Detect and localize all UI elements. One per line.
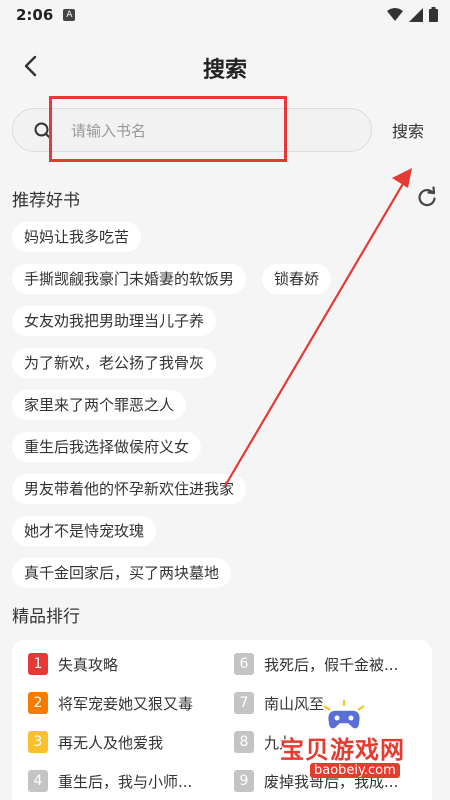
refresh-icon[interactable] [416, 186, 438, 208]
rank-title: 重生后，我与小师... [58, 772, 193, 791]
tag-row: 妈妈让我多吃苦 [12, 222, 440, 252]
search-button[interactable]: 搜索 [392, 118, 424, 142]
recommended-tags: 妈妈让我多吃苦 手撕觊觎我豪门未婚妻的软饭男 锁春娇 女友劝我把男助理当儿子养 … [12, 222, 440, 600]
status-time: 2:06 [16, 6, 54, 24]
book-tag[interactable]: 重生后我选择做侯府义女 [12, 432, 202, 462]
annotation-highlight-box [49, 96, 287, 162]
ranking-item[interactable]: 4 重生后，我与小师... [28, 769, 224, 793]
rank-badge: 7 [234, 692, 254, 714]
book-tag[interactable]: 为了新欢，老公扬了我骨灰 [12, 348, 217, 378]
tag-row: 手撕觊觎我豪门未婚妻的软饭男 锁春娇 [12, 264, 440, 294]
rank-title: 将军宠妾她又狠又毒 [58, 694, 194, 713]
status-icons [387, 7, 438, 22]
signal-icon [409, 7, 423, 22]
notification-badge: A [63, 9, 76, 21]
tag-row: 家里来了两个罪恶之人 [12, 390, 440, 420]
ranking-item[interactable]: 3 再无人及他爱我 [28, 730, 224, 754]
book-tag[interactable]: 家里来了两个罪恶之人 [12, 390, 187, 420]
header: 搜索 [0, 44, 450, 88]
rank-title: 失真攻略 [58, 655, 119, 674]
tag-row: 为了新欢，老公扬了我骨灰 [12, 348, 440, 378]
book-tag[interactable]: 她才不是恃宠玫瑰 [12, 516, 157, 546]
rank-badge: 1 [28, 653, 48, 675]
tag-row: 真千金回家后，买了两块墓地 [12, 558, 440, 588]
rank-title: 再无人及他爱我 [58, 733, 164, 752]
status-bar: 2:06 A [0, 0, 450, 30]
tag-row: 重生后我选择做侯府义女 [12, 432, 440, 462]
rank-badge: 4 [28, 770, 48, 792]
watermark-logo: 宝贝游戏网 baobeiy.com [262, 700, 442, 790]
rank-badge: 2 [28, 692, 48, 714]
rank-badge: 9 [234, 770, 254, 792]
rank-title: 我死后，假千金被... [264, 655, 399, 674]
ranking-item[interactable]: 1 失真攻略 [28, 652, 224, 676]
book-tag[interactable]: 锁春娇 [262, 264, 332, 294]
tag-row: 她才不是恃宠玫瑰 [12, 516, 440, 546]
rank-badge: 8 [234, 731, 254, 753]
rank-badge: 6 [234, 653, 254, 675]
ranking-item[interactable]: 2 将军宠妾她又狠又毒 [28, 691, 224, 715]
watermark-text: 宝贝游戏网 [280, 736, 405, 764]
book-tag[interactable]: 手撕觊觎我豪门未婚妻的软饭男 [12, 264, 247, 294]
ranking-section-title: 精品排行 [12, 607, 80, 627]
tag-row: 男友带着他的怀孕新欢住进我家 [12, 474, 440, 504]
book-tag[interactable]: 妈妈让我多吃苦 [12, 222, 142, 252]
tag-row: 女友劝我把男助理当儿子养 [12, 306, 440, 336]
ranking-item[interactable]: 6 我死后，假千金被... [234, 652, 430, 676]
book-tag[interactable]: 女友劝我把男助理当儿子养 [12, 306, 217, 336]
page-title: 搜索 [202, 58, 247, 83]
rank-badge: 3 [28, 731, 48, 753]
book-tag[interactable]: 男友带着他的怀孕新欢住进我家 [12, 474, 247, 504]
battery-icon [429, 7, 438, 22]
wifi-icon [387, 7, 403, 21]
recommended-section-title: 推荐好书 [12, 191, 80, 211]
watermark-url: baobeiy.com [310, 763, 400, 778]
book-tag[interactable]: 真千金回家后，买了两块墓地 [12, 558, 232, 588]
